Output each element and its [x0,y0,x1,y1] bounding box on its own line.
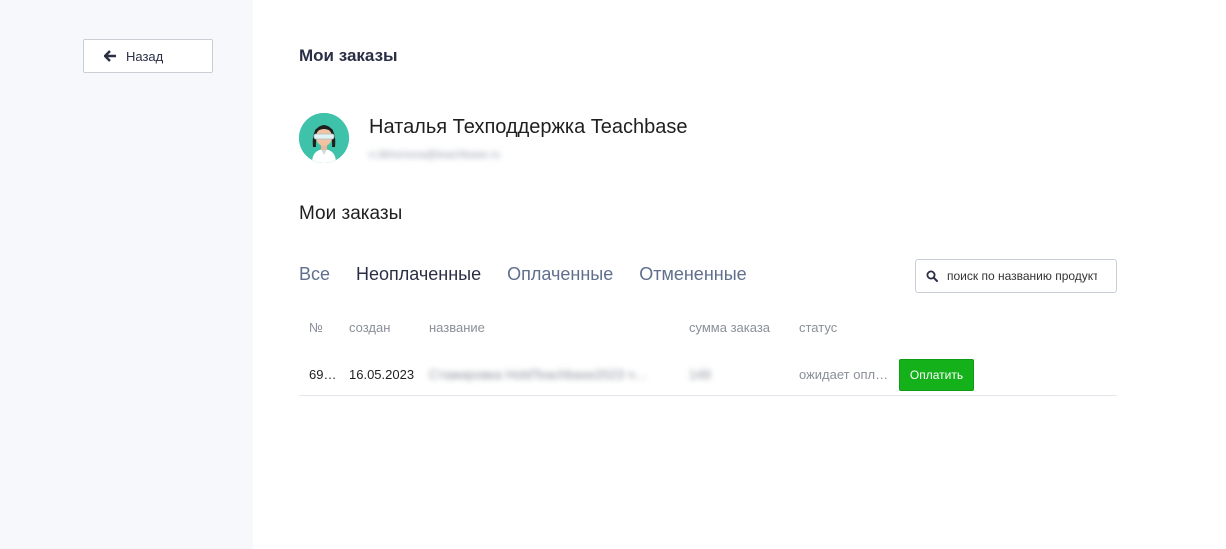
column-header-amount: сумма заказа [689,320,771,335]
user-name: Наталья Техподдержка Teachbase [369,116,688,138]
order-tabs: Все Неоплаченные Оплаченные Отмененные [299,264,773,285]
column-header-status: статус [799,320,838,335]
tab-unpaid[interactable]: Неоплаченные [356,264,481,285]
back-button-label: Назад [126,48,164,64]
back-button[interactable]: Назад [83,39,213,73]
orders-section-title: Мои заказы [299,203,403,224]
column-header-number: № [309,320,323,335]
page-title: Мои заказы [299,46,398,65]
tab-all[interactable]: Все [299,264,330,285]
tab-paid[interactable]: Оплаченные [507,264,613,285]
user-email: n.tikhonova@teachbase.ru [369,149,501,161]
search-icon [926,270,938,282]
tab-cancelled[interactable]: Отмененные [639,264,746,285]
user-avatar-icon [299,113,349,163]
column-header-name: название [429,320,485,335]
order-number: 69… [309,367,337,382]
order-amount: 149 [689,367,711,382]
arrow-left-icon [104,50,116,62]
search-input[interactable] [947,269,1097,283]
order-status: ожидает опл… [799,367,889,382]
search-box[interactable] [915,259,1117,293]
column-header-created: создан [349,320,391,335]
order-product-name: Стажировка HoldTeachbase2023 ч… [429,367,648,382]
sidebar: Назад [0,0,253,549]
row-divider [299,395,1117,396]
order-created-date: 16.05.2023 [349,367,415,382]
avatar [299,113,349,163]
pay-button[interactable]: Оплатить [899,359,974,391]
